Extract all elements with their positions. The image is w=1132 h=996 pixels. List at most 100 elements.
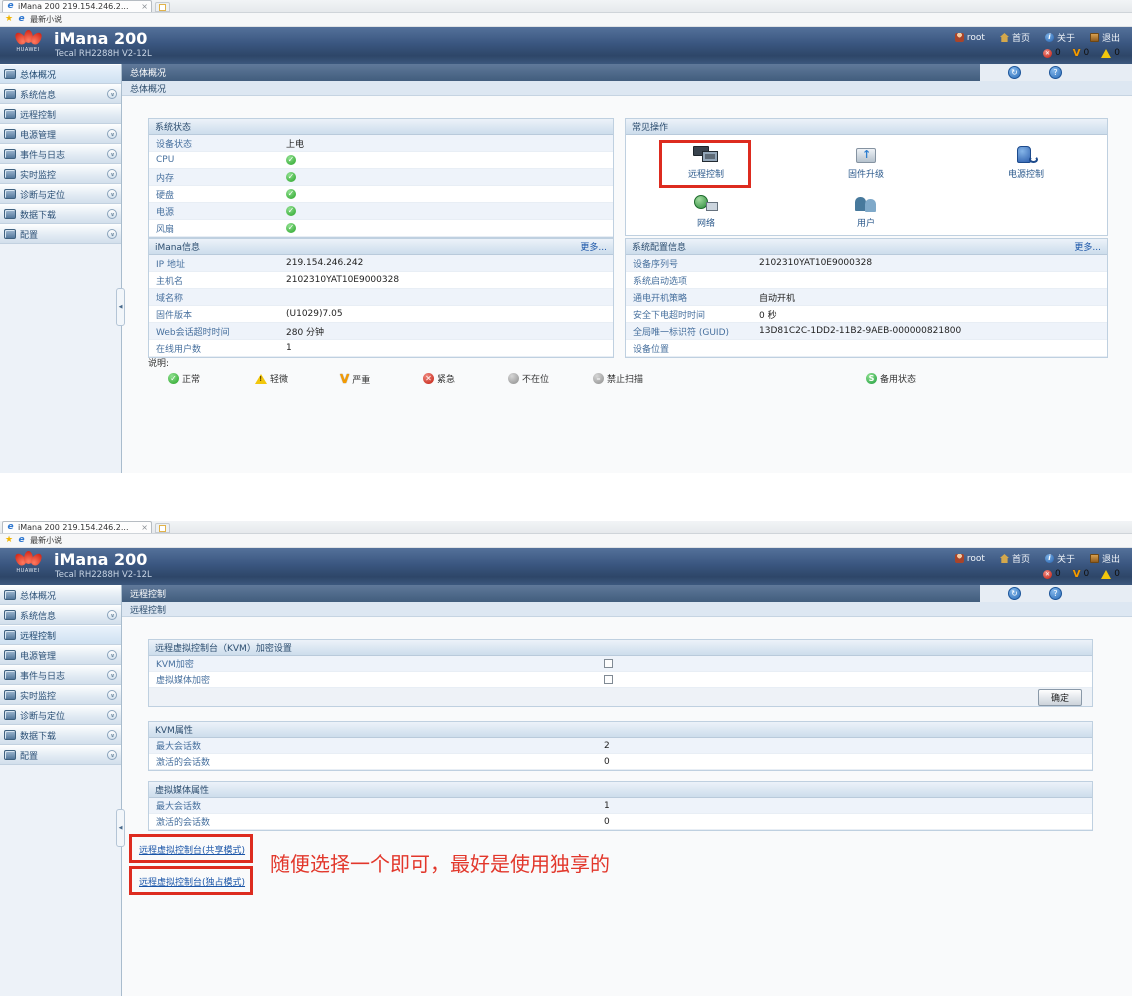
- status-ok-icon: ✓: [286, 223, 296, 233]
- refresh-button[interactable]: ↻: [1008, 66, 1021, 79]
- sidebar-item-realtime-monitor[interactable]: 实时监控»: [0, 685, 121, 705]
- table-row: 在线用户数1: [149, 340, 613, 357]
- sidebar-item-remote-control[interactable]: 远程控制: [0, 625, 121, 645]
- current-user[interactable]: root: [955, 552, 985, 565]
- op-firmware-upgrade[interactable]: ↑ 固件升级: [806, 144, 926, 180]
- realtime-monitor-icon: [4, 169, 16, 179]
- browser-tab[interactable]: e iMana 200 219.154.246.2... ×: [2, 0, 152, 12]
- system-status-panel: 系统状态 设备状态上电 CPU✓ 内存✓ 硬盘✓ 电源✓ 风扇✓: [148, 118, 614, 238]
- sidebar-item-system-info[interactable]: 系统信息»: [0, 605, 121, 625]
- sidebar-item-system-info[interactable]: 系统信息»: [0, 84, 121, 104]
- tab-title: iMana 200 219.154.246.2...: [18, 523, 138, 532]
- alarm-minor-badge[interactable]: 0: [1101, 569, 1120, 579]
- sidebar-item-data-download[interactable]: 数据下载»: [0, 725, 121, 745]
- user-icon: [955, 554, 964, 563]
- favorites-star-icon[interactable]: ★: [5, 536, 13, 545]
- legend-item-noscan: –禁止扫描: [593, 372, 643, 385]
- overview-icon: [4, 590, 16, 600]
- nav-logout[interactable]: 退出: [1090, 552, 1120, 565]
- kvm-shared-mode-link[interactable]: 远程虚拟控制台(共享模式): [139, 843, 245, 856]
- panel-title: KVM属性: [149, 722, 1092, 738]
- sidebar-item-diagnose[interactable]: 诊断与定位»: [0, 705, 121, 725]
- sidebar-item-overview[interactable]: 总体概况: [0, 64, 121, 84]
- nav-about[interactable]: i关于: [1045, 552, 1075, 565]
- sidebar-item-events-logs[interactable]: 事件与日志»: [0, 665, 121, 685]
- op-power-control[interactable]: 电源控制: [966, 144, 1086, 180]
- refresh-button[interactable]: ↻: [1008, 587, 1021, 600]
- power-mgmt-icon: [4, 129, 16, 139]
- new-tab-button[interactable]: [155, 523, 170, 533]
- users-icon: [806, 193, 926, 215]
- product-model: Tecal RH2288H V2-12L: [55, 49, 152, 59]
- op-users[interactable]: 用户: [806, 193, 926, 229]
- sidebar-item-overview[interactable]: 总体概况: [0, 585, 121, 605]
- sidebar-item-data-download[interactable]: 数据下载»: [0, 204, 121, 224]
- alarm-major-badge[interactable]: V0: [1073, 48, 1089, 58]
- bookmark-favicon: e: [17, 536, 26, 545]
- tab-close-icon[interactable]: ×: [141, 523, 148, 532]
- nav-about[interactable]: i关于: [1045, 31, 1075, 44]
- alarm-critical-badge[interactable]: ✕0: [1043, 569, 1061, 579]
- help-button[interactable]: ?: [1049, 66, 1062, 79]
- sidebar-collapse-handle[interactable]: ◀: [116, 809, 125, 847]
- sidebar-item-config[interactable]: 配置»: [0, 224, 121, 244]
- sidebar-item-power-mgmt[interactable]: 电源管理»: [0, 124, 121, 144]
- sidebar-item-diagnose[interactable]: 诊断与定位»: [0, 184, 121, 204]
- table-row: 主机名2102310YAT10E9000328: [149, 272, 613, 289]
- event-log-icon: [4, 149, 16, 159]
- sidebar: 总体概况 系统信息» 远程控制 电源管理» 事件与日志» 实时监控» 诊断与定位…: [0, 64, 122, 473]
- alarm-critical-badge[interactable]: ✕0: [1043, 48, 1061, 58]
- sidebar-collapse-handle[interactable]: ◀: [116, 288, 125, 326]
- chevron-down-icon: »: [107, 670, 117, 680]
- nav-home[interactable]: 首页: [1000, 552, 1030, 565]
- sidebar-item-config[interactable]: 配置»: [0, 745, 121, 765]
- bookmark-link[interactable]: 最新小说: [30, 535, 62, 546]
- screenshot-overview: e iMana 200 219.154.246.2... × ★ e 最新小说 …: [0, 0, 1132, 473]
- imana-info-panel: iMana信息更多... IP 地址219.154.246.242 主机名210…: [148, 238, 614, 358]
- system-info-icon: [4, 610, 16, 620]
- new-tab-button[interactable]: [155, 2, 170, 12]
- sidebar-item-realtime-monitor[interactable]: 实时监控»: [0, 164, 121, 184]
- current-user[interactable]: root: [955, 31, 985, 44]
- table-row: 内存✓: [149, 169, 613, 186]
- chevron-down-icon: »: [107, 710, 117, 720]
- op-network[interactable]: 网络: [646, 193, 766, 229]
- table-row: 域名称: [149, 289, 613, 306]
- minor-icon: [1101, 49, 1111, 58]
- brand-label: HUAWEI: [10, 568, 46, 574]
- row-label: 设备状态: [149, 137, 286, 150]
- kvm-exclusive-mode-link[interactable]: 远程虚拟控制台(独占模式): [139, 875, 245, 888]
- help-button[interactable]: ?: [1049, 587, 1062, 600]
- alarm-major-badge[interactable]: V0: [1073, 569, 1089, 579]
- kvm-properties-panel: KVM属性 最大会话数2 激活的会话数0: [148, 721, 1093, 771]
- kvm-encrypt-checkbox[interactable]: [604, 659, 613, 668]
- legend-item-standby: S备用状态: [866, 372, 916, 385]
- noscan-icon: –: [593, 373, 604, 384]
- more-link[interactable]: 更多...: [580, 240, 607, 253]
- table-row: 风扇✓: [149, 220, 613, 237]
- table-row: 激活的会话数0: [149, 754, 1092, 770]
- sidebar-item-remote-control[interactable]: 远程控制: [0, 104, 121, 124]
- bookmark-link[interactable]: 最新小说: [30, 14, 62, 25]
- logout-icon: [1090, 33, 1099, 42]
- data-download-icon: [4, 209, 16, 219]
- major-icon: V: [1073, 49, 1081, 58]
- table-row: 安全下电超时时间0 秒: [626, 306, 1107, 323]
- app-body: 总体概况 系统信息» 远程控制 电源管理» 事件与日志» 实时监控» 诊断与定位…: [0, 585, 1132, 996]
- alarm-minor-badge[interactable]: 0: [1101, 48, 1120, 58]
- more-link[interactable]: 更多...: [1074, 240, 1101, 253]
- sidebar-item-power-mgmt[interactable]: 电源管理»: [0, 645, 121, 665]
- table-row: 设备状态上电: [149, 135, 613, 152]
- power-mgmt-icon: [4, 650, 16, 660]
- annotation-text: 随便选择一个即可，最好是使用独享的: [270, 848, 610, 877]
- confirm-button[interactable]: 确定: [1038, 689, 1082, 706]
- browser-tab[interactable]: e iMana 200 219.154.246.2... ×: [2, 521, 152, 533]
- home-icon: [1000, 554, 1009, 563]
- vm-encrypt-checkbox[interactable]: [604, 675, 613, 684]
- favorites-star-icon[interactable]: ★: [5, 15, 13, 24]
- tab-close-icon[interactable]: ×: [141, 2, 148, 11]
- nav-home[interactable]: 首页: [1000, 31, 1030, 44]
- nav-logout[interactable]: 退出: [1090, 31, 1120, 44]
- sidebar-item-events-logs[interactable]: 事件与日志»: [0, 144, 121, 164]
- panel-title: iMana信息更多...: [149, 239, 613, 255]
